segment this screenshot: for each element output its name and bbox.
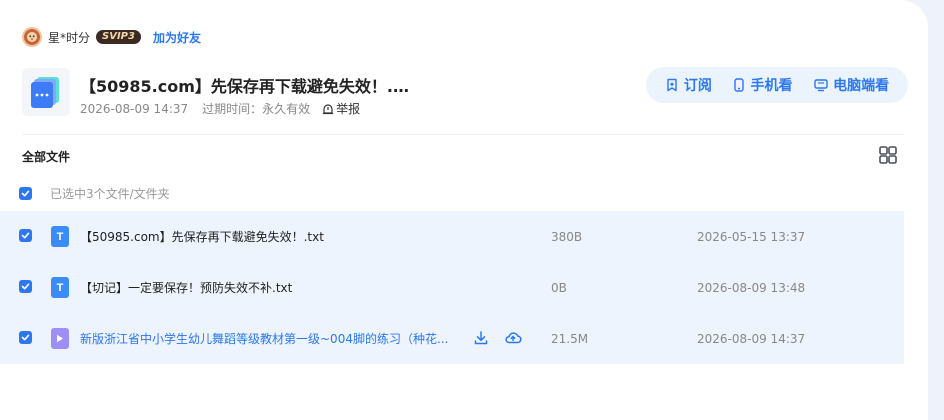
check-icon bbox=[21, 334, 30, 341]
txt-file-icon-letter: T bbox=[56, 281, 64, 294]
subscribe-button[interactable]: 订阅 bbox=[665, 75, 712, 95]
table-row[interactable]: T 【切记】一定要保存！预防失效不补.txt 0B 2026-08-09 13:… bbox=[0, 262, 904, 313]
phone-icon bbox=[734, 78, 745, 92]
play-icon bbox=[57, 334, 63, 343]
alert-icon bbox=[323, 103, 334, 114]
txt-file-icon: T bbox=[51, 277, 69, 298]
pc-view-label: 电脑端看 bbox=[833, 78, 890, 94]
file-date: 2026-08-09 14:37 bbox=[697, 331, 806, 346]
txt-file-icon: T bbox=[51, 226, 69, 247]
table-row[interactable]: 新版浙江省中小学生幼儿舞蹈等级教材第一级~004脚的练习（种花... 21.5M… bbox=[0, 313, 904, 364]
report-button[interactable]: 举报 bbox=[322, 100, 360, 117]
avatar[interactable] bbox=[22, 27, 42, 47]
divider bbox=[22, 134, 904, 135]
lion-avatar-icon bbox=[27, 32, 37, 42]
row-checkbox[interactable] bbox=[19, 280, 32, 293]
mobile-view-button[interactable]: 手机看 bbox=[733, 75, 792, 95]
expiry-value: 永久有效 bbox=[262, 102, 311, 116]
monitor-icon bbox=[814, 79, 828, 92]
shared-files-icon bbox=[22, 68, 70, 116]
file-date: 2026-08-09 13:48 bbox=[697, 280, 806, 295]
file-size: 380B bbox=[551, 229, 583, 244]
expiry-label: 过期时间： bbox=[202, 102, 263, 116]
mobile-view-label: 手机看 bbox=[750, 78, 793, 94]
grid-view-toggle[interactable] bbox=[878, 145, 898, 169]
check-icon bbox=[21, 232, 30, 239]
report-label: 举报 bbox=[336, 102, 361, 116]
select-all-checkbox[interactable] bbox=[19, 187, 32, 200]
all-files-heading: 全部文件 bbox=[22, 150, 71, 164]
file-date: 2026-05-15 13:37 bbox=[697, 229, 806, 244]
check-icon bbox=[21, 190, 30, 197]
action-bar: 订阅 手机看 电脑端看 bbox=[646, 67, 908, 103]
share-meta: 2026-08-09 14:37 过期时间： 永久有效 举报 bbox=[80, 100, 360, 117]
video-file-icon bbox=[51, 328, 69, 349]
sharer-name: 星*时分 bbox=[48, 30, 91, 45]
check-icon bbox=[21, 283, 30, 290]
select-all-row: 已选中3个文件/文件夹 bbox=[19, 185, 170, 202]
file-name[interactable]: 新版浙江省中小学生幼儿舞蹈等级教材第一级~004脚的练习（种花... bbox=[80, 330, 448, 347]
file-size: 0B bbox=[551, 280, 567, 295]
page-background-strip bbox=[928, 0, 944, 420]
add-friend-link[interactable]: 加为好友 bbox=[153, 29, 201, 46]
vip-badge: SVIP3 bbox=[96, 30, 141, 44]
share-title: 【50985.com】先保存再下载避免失效！.… bbox=[80, 77, 409, 96]
share-date: 2026-08-09 14:37 bbox=[80, 101, 189, 116]
file-list: T 【50985.com】先保存再下载避免失效！.txt 380B 2026-0… bbox=[0, 211, 904, 364]
save-to-cloud-button[interactable] bbox=[504, 330, 522, 350]
cloud-save-icon bbox=[505, 332, 522, 344]
row-checkbox[interactable] bbox=[19, 229, 32, 242]
file-name[interactable]: 【50985.com】先保存再下载避免失效！.txt bbox=[80, 228, 324, 245]
file-name[interactable]: 【切记】一定要保存！预防失效不补.txt bbox=[80, 279, 292, 296]
share-card: 星*时分 SVIP3 加为好友 【50985.com】先保存再下载避免失效！.…… bbox=[0, 0, 928, 420]
download-button[interactable] bbox=[473, 330, 489, 350]
subscribe-icon bbox=[667, 78, 677, 92]
subscribe-label: 订阅 bbox=[683, 78, 712, 94]
table-row[interactable]: T 【50985.com】先保存再下载避免失效！.txt 380B 2026-0… bbox=[0, 211, 904, 262]
file-size: 21.5M bbox=[551, 331, 589, 346]
selection-count: 已选中3个文件/文件夹 bbox=[50, 187, 170, 201]
grid-view-icon bbox=[879, 146, 897, 164]
row-checkbox[interactable] bbox=[19, 331, 32, 344]
pc-view-button[interactable]: 电脑端看 bbox=[814, 75, 889, 95]
download-icon bbox=[474, 331, 488, 345]
txt-file-icon-letter: T bbox=[56, 230, 64, 243]
sharer-info: 星*时分 SVIP3 加为好友 bbox=[22, 27, 201, 47]
